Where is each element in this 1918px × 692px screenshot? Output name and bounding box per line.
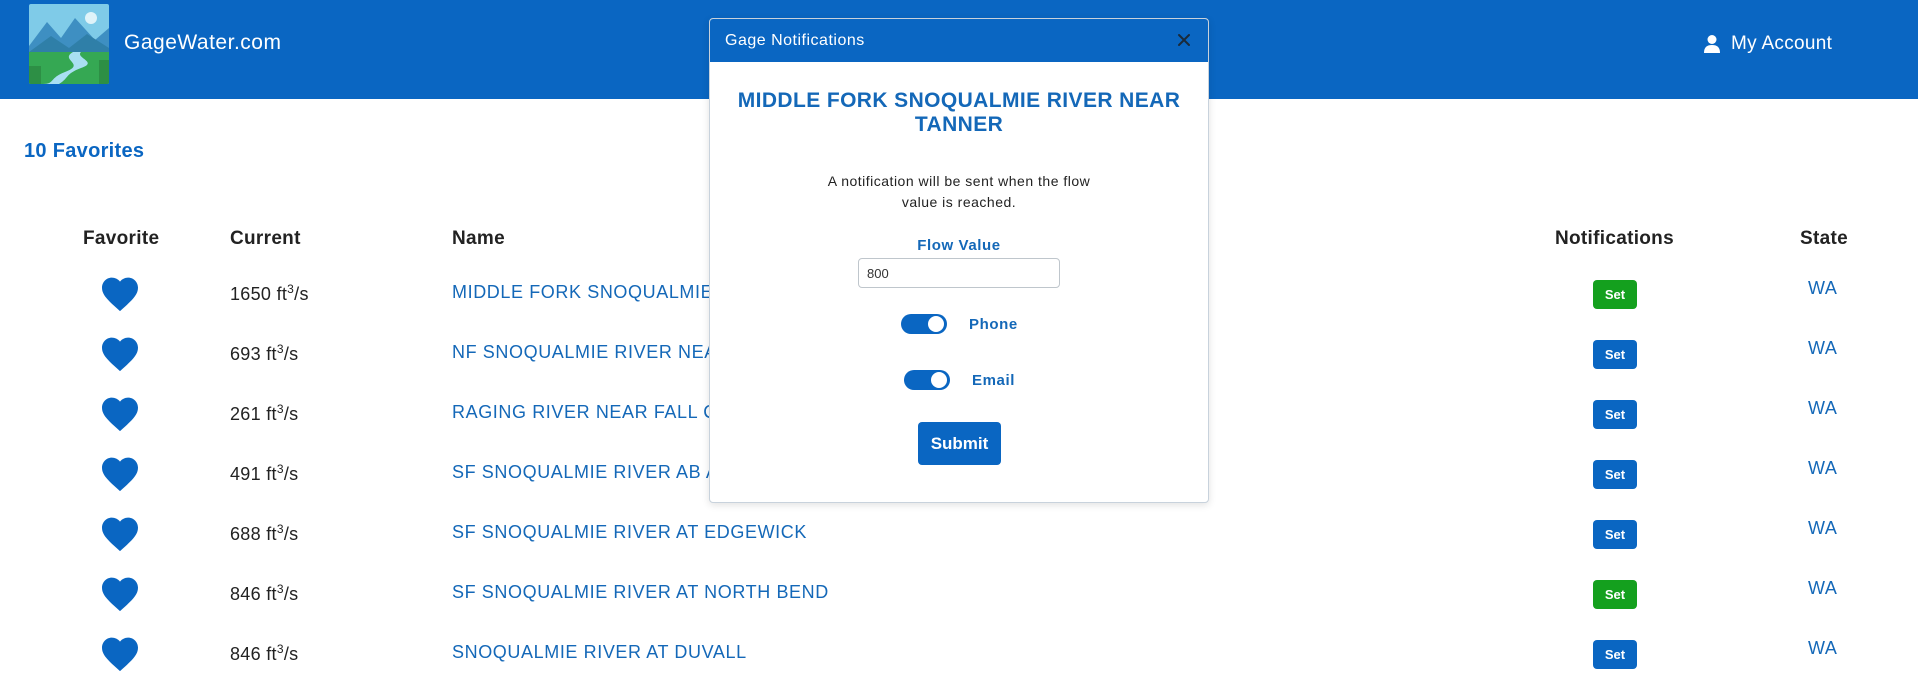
state-link[interactable]: WA — [1808, 458, 1838, 479]
heart-icon[interactable] — [100, 276, 140, 312]
table-row: 688 ft3/s SF SNOQUALMIE RIVER AT EDGEWIC… — [0, 504, 1918, 564]
set-notification-button[interactable]: Set — [1593, 400, 1637, 429]
gage-name-link[interactable]: SNOQUALMIE RIVER AT DUVALL — [452, 642, 747, 663]
current-flow: 688 ft3/s — [230, 522, 299, 544]
set-notification-button[interactable]: Set — [1593, 580, 1637, 609]
gage-name-link[interactable]: SF SNOQUALMIE RIVER AB A — [452, 462, 718, 483]
heart-icon[interactable] — [100, 576, 140, 612]
modal-gage-name: MIDDLE FORK SNOQUALMIE RIVER NEAR TANNER — [737, 89, 1181, 136]
current-flow: 693 ft3/s — [230, 342, 299, 364]
set-notification-button[interactable]: Set — [1593, 340, 1637, 369]
email-toggle-row: Email — [904, 370, 1015, 390]
column-header-favorite: Favorite — [83, 228, 160, 249]
column-header-current: Current — [230, 228, 301, 249]
email-toggle[interactable] — [904, 370, 950, 390]
flow-value-input[interactable] — [858, 258, 1060, 288]
column-header-notifications: Notifications — [1555, 228, 1674, 249]
gage-name-link[interactable]: SF SNOQUALMIE RIVER AT NORTH BEND — [452, 582, 829, 603]
state-link[interactable]: WA — [1808, 578, 1838, 599]
close-button[interactable] — [1175, 31, 1193, 49]
column-header-name: Name — [452, 228, 505, 249]
gage-name-link[interactable]: MIDDLE FORK SNOQUALMIE — [452, 282, 713, 303]
current-flow: 1650 ft3/s — [230, 282, 309, 304]
modal-title: Gage Notifications — [725, 32, 865, 49]
submit-button[interactable]: Submit — [918, 422, 1001, 465]
current-flow: 846 ft3/s — [230, 642, 299, 664]
gage-name-link[interactable]: NF SNOQUALMIE RIVER NEA — [452, 342, 717, 363]
column-header-state: State — [1800, 228, 1848, 249]
phone-toggle-row: Phone — [901, 314, 1018, 334]
gage-name-link[interactable]: SF SNOQUALMIE RIVER AT EDGEWICK — [452, 522, 807, 543]
modal-header: Gage Notifications — [710, 19, 1208, 62]
gage-name-link[interactable]: RAGING RIVER NEAR FALL C — [452, 402, 717, 423]
table-row: 846 ft3/s SNOQUALMIE RIVER AT DUVALL Set… — [0, 624, 1918, 684]
state-link[interactable]: WA — [1808, 518, 1838, 539]
email-toggle-label: Email — [972, 371, 1016, 389]
current-flow: 491 ft3/s — [230, 462, 299, 484]
user-icon — [1704, 35, 1720, 53]
favorites-count-heading: 10 Favorites — [24, 140, 145, 162]
gage-notifications-modal: Gage Notifications MIDDLE FORK SNOQUALMI… — [709, 18, 1209, 503]
my-account-label: My Account — [1731, 33, 1833, 54]
my-account-link[interactable]: My Account — [1703, 33, 1832, 55]
state-link[interactable]: WA — [1808, 278, 1838, 299]
state-link[interactable]: WA — [1808, 338, 1838, 359]
notification-notice: A notification will be sent when the flo… — [827, 173, 1091, 210]
close-icon — [1178, 34, 1190, 46]
heart-icon[interactable] — [100, 396, 140, 432]
flow-value-label: Flow Value — [917, 237, 1001, 254]
set-notification-button[interactable]: Set — [1593, 280, 1637, 309]
site-logo[interactable] — [29, 4, 109, 84]
heart-icon[interactable] — [100, 636, 140, 672]
set-notification-button[interactable]: Set — [1593, 460, 1637, 489]
set-notification-button[interactable]: Set — [1593, 520, 1637, 549]
heart-icon[interactable] — [100, 456, 140, 492]
table-row: 846 ft3/s SF SNOQUALMIE RIVER AT NORTH B… — [0, 564, 1918, 624]
heart-icon[interactable] — [100, 336, 140, 372]
river-landscape-icon — [29, 4, 109, 84]
phone-toggle[interactable] — [901, 314, 947, 334]
set-notification-button[interactable]: Set — [1593, 640, 1637, 669]
current-flow: 261 ft3/s — [230, 402, 299, 424]
state-link[interactable]: WA — [1808, 638, 1838, 659]
site-title[interactable]: GageWater.com — [124, 31, 281, 55]
heart-icon[interactable] — [100, 516, 140, 552]
state-link[interactable]: WA — [1808, 398, 1838, 419]
phone-toggle-label: Phone — [969, 315, 1018, 333]
current-flow: 846 ft3/s — [230, 582, 299, 604]
